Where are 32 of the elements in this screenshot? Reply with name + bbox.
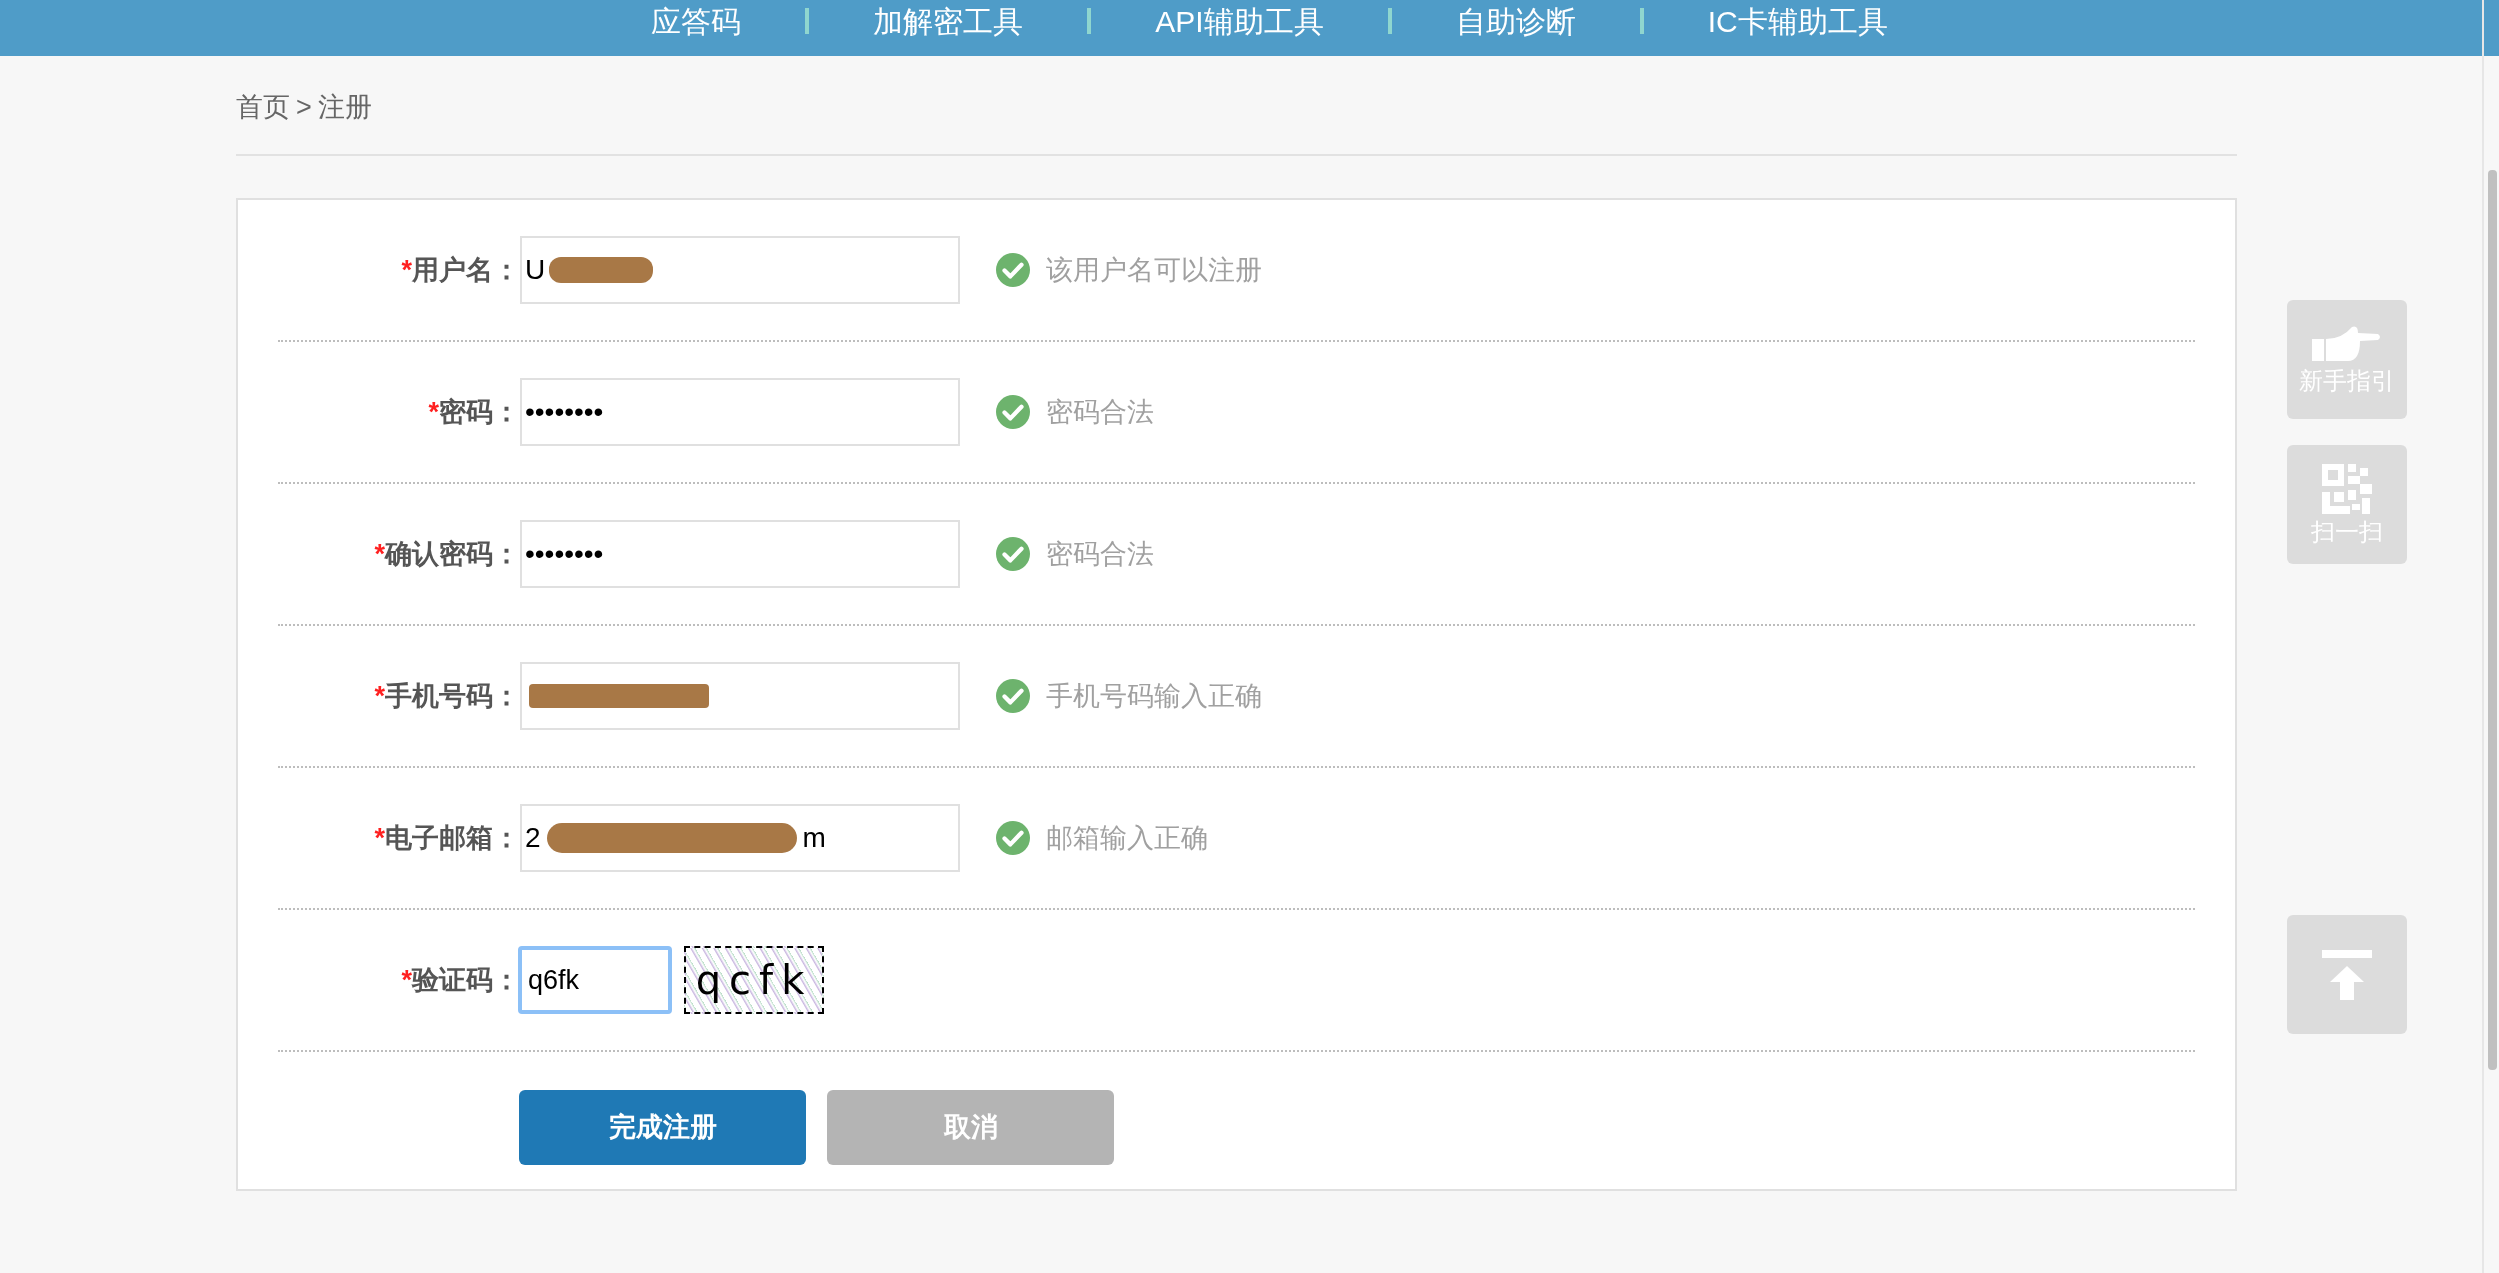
nav-link[interactable]: 自助诊断	[1455, 8, 1576, 36]
validation-message: 密码合法	[1046, 537, 1154, 571]
text-input[interactable]: U	[520, 236, 960, 304]
nav-link[interactable]: API辅助工具	[1155, 8, 1324, 36]
side-tool-button[interactable]	[2287, 915, 2407, 1034]
captcha-input[interactable]: q6fk	[518, 946, 672, 1014]
nav-link[interactable]: IC卡辅助工具	[1707, 8, 1888, 36]
validation-message: 邮箱输入正确	[1046, 821, 1208, 855]
nav-link[interactable]: 应答码	[651, 8, 742, 36]
pointing-hand-icon	[2312, 324, 2382, 363]
validation-message: 手机号码输入正确	[1046, 679, 1262, 713]
field-label: *验证码：	[400, 963, 520, 997]
qr-code-icon	[2322, 463, 2372, 514]
nav-link[interactable]: 加解密工具	[873, 8, 1024, 36]
text-input[interactable]: ••••••••	[520, 520, 960, 588]
text-input[interactable]: 2 m	[520, 804, 960, 872]
field-label: *电子邮箱：	[373, 821, 520, 855]
field-label: *用户名：	[400, 253, 520, 287]
validation-message: 密码合法	[1046, 395, 1154, 429]
back-to-top-icon	[2322, 949, 2372, 1000]
breadcrumb-home-link[interactable]: 首页	[236, 86, 290, 128]
field-label: *手机号码：	[373, 679, 520, 713]
text-input[interactable]: ••••••••	[520, 378, 960, 446]
captcha-image[interactable]: qcfk	[684, 946, 824, 1014]
field-label: *密码：	[427, 395, 520, 429]
submit-button[interactable]: 完成注册	[519, 1090, 806, 1165]
scroll-bar[interactable]	[2488, 170, 2497, 1070]
field-label: *确认密码：	[373, 537, 520, 571]
breadcrumb-separator: >	[296, 90, 312, 124]
text-input[interactable]	[520, 662, 960, 730]
validation-message: 该用户名可以注册	[1046, 253, 1262, 287]
breadcrumb-current: 注册	[317, 90, 372, 124]
